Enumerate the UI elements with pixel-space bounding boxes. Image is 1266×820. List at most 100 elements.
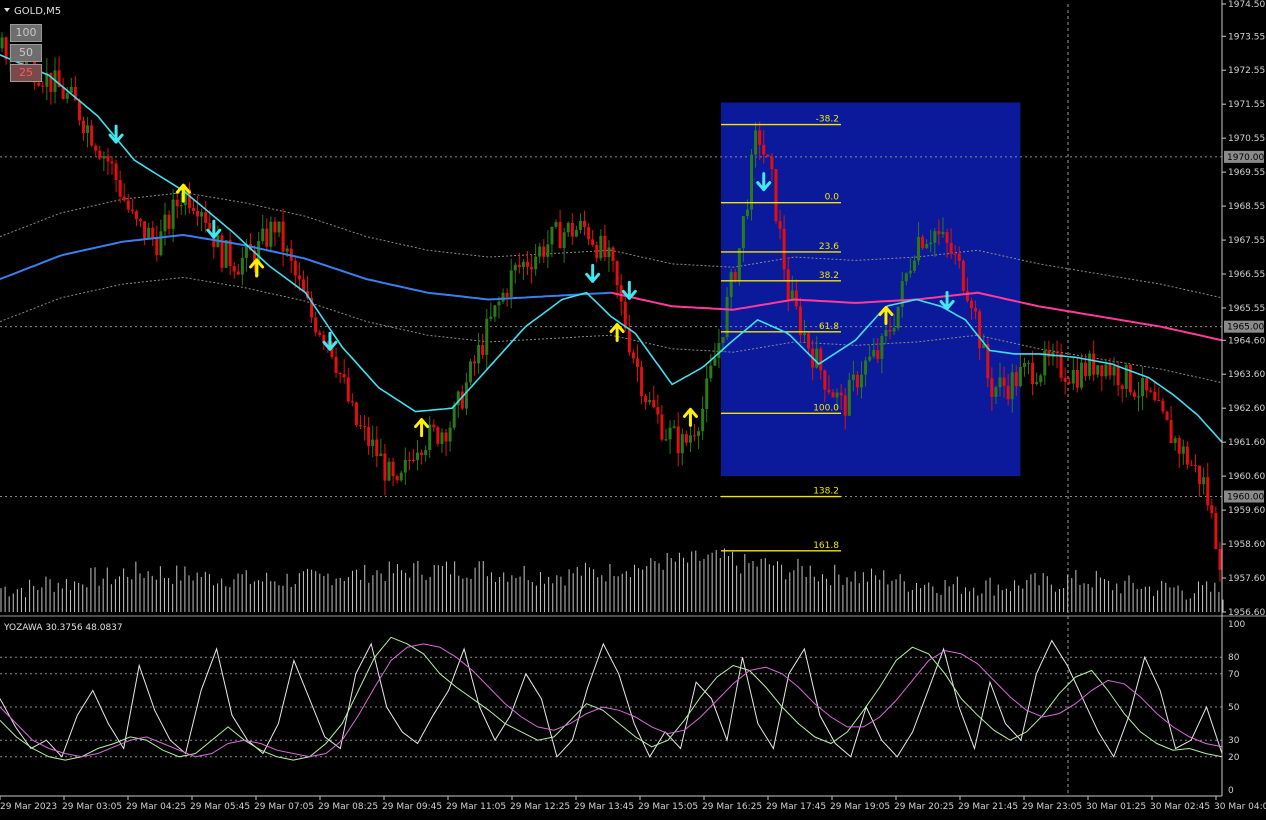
candle-body — [713, 358, 717, 366]
candle-body — [0, 37, 4, 49]
candle-body — [1214, 513, 1218, 550]
candle-body — [680, 434, 684, 454]
y-tick-label: 1964.60 — [1228, 336, 1265, 346]
candle-body — [668, 427, 672, 440]
x-tick-label: 29 Mar 07:05 — [254, 802, 314, 812]
candle-body — [640, 367, 644, 397]
candle-body — [847, 379, 851, 416]
candle-body — [224, 240, 228, 268]
candle-body — [82, 120, 86, 134]
candle-body — [860, 374, 864, 388]
zoom-button-50[interactable]: 50 — [10, 44, 42, 62]
candle-body — [925, 244, 929, 249]
candle-body — [949, 242, 953, 254]
candle-body — [635, 358, 639, 368]
price-marker-label: 1960.00 — [1227, 493, 1264, 503]
candle-body — [98, 150, 102, 159]
zoom-button-25[interactable]: 25 — [10, 64, 42, 82]
candle-body — [929, 242, 933, 245]
candle-body — [444, 432, 448, 442]
candle-body — [432, 424, 436, 428]
y-tick-label: 1966.55 — [1228, 270, 1265, 280]
candle-body — [391, 461, 395, 477]
candle-body — [697, 431, 701, 436]
candle-body — [1071, 370, 1075, 384]
x-tick-label: 30 Mar 02:45 — [1150, 802, 1210, 812]
candle-body — [550, 226, 554, 245]
fibonacci-box-layer — [720, 102, 1021, 477]
candle-body — [542, 246, 546, 257]
candle-body — [232, 265, 236, 272]
candle-body — [880, 336, 884, 359]
y-tick-label: 1956.60 — [1228, 608, 1265, 618]
candle-body — [240, 257, 244, 275]
candle-body — [566, 222, 570, 233]
x-tick-label: 29 Mar 13:45 — [574, 802, 634, 812]
candle-body — [1198, 465, 1202, 485]
candle-body — [815, 348, 819, 368]
candle-body — [868, 356, 872, 361]
candle-body — [705, 378, 709, 409]
candle-body — [990, 378, 994, 397]
y-tick-label: 1972.55 — [1228, 66, 1265, 76]
candle-body — [139, 219, 143, 222]
candle-body — [908, 270, 912, 274]
x-tick-label: 29 Mar 20:25 — [894, 802, 954, 812]
fibonacci-level-label: 161.8 — [813, 541, 839, 551]
candle-body — [106, 156, 110, 162]
zoom-button-100[interactable]: 100 — [10, 24, 42, 42]
candle-body — [615, 261, 619, 286]
candle-body — [37, 82, 41, 86]
candle-body — [525, 261, 529, 267]
candle-body — [371, 439, 375, 447]
fibonacci-level-label: 61.8 — [819, 322, 839, 332]
x-tick-label: 30 Mar 01:25 — [1086, 802, 1146, 812]
y-tick-label: 1965.55 — [1228, 304, 1265, 314]
candle-body — [1136, 396, 1140, 398]
candle-body — [721, 337, 725, 344]
candle-body — [277, 221, 281, 233]
x-tick-label: 29 Mar 15:05 — [638, 802, 698, 812]
candle-body — [603, 235, 607, 257]
candle-body — [953, 253, 957, 255]
candle-body — [1161, 400, 1165, 412]
candle-body — [1112, 366, 1116, 376]
candle-body — [90, 125, 94, 146]
candle-body — [416, 452, 420, 461]
candle-body — [1063, 377, 1067, 382]
candle-body — [827, 389, 831, 393]
candle-body — [766, 154, 770, 157]
x-tick-label: 29 Mar 04:25 — [126, 802, 186, 812]
candle-body — [196, 210, 200, 217]
oscillator-tick-label: 50 — [1228, 703, 1240, 713]
fibonacci-box — [720, 102, 1021, 477]
candle-body — [570, 222, 574, 237]
candle-body — [509, 270, 513, 297]
candle-body — [717, 343, 721, 359]
x-tick-label: 29 Mar 17:45 — [766, 802, 826, 812]
oscillator-title: YOZAWA 30.3756 48.0837 — [3, 623, 123, 633]
candle-body — [656, 407, 660, 415]
candle-body — [1202, 477, 1206, 485]
y-tick-label: 1961.60 — [1228, 438, 1265, 448]
candle-body — [904, 273, 908, 282]
candle-body — [843, 395, 847, 416]
candle-body — [497, 301, 501, 306]
candle-body — [798, 306, 802, 336]
candle-body — [790, 290, 794, 301]
candle-body — [1153, 391, 1157, 400]
candle-body — [745, 209, 749, 217]
candle-body — [969, 300, 973, 309]
candle-body — [1096, 365, 1100, 375]
chart-background — [0, 0, 1266, 816]
candle-body — [941, 232, 945, 235]
candle-body — [69, 86, 73, 93]
candle-body — [672, 426, 676, 428]
chart-canvas[interactable]: -38.2 0.0 23.6 38.2 61.8 100.0 138.2 161.8 1974… — [0, 0, 1266, 816]
candle-body — [163, 214, 167, 232]
candle-body — [774, 169, 778, 222]
candle-body — [191, 207, 195, 211]
candle-body — [851, 374, 855, 380]
candle-body — [725, 296, 729, 338]
x-tick-label: 29 Mar 2023 — [0, 802, 57, 812]
